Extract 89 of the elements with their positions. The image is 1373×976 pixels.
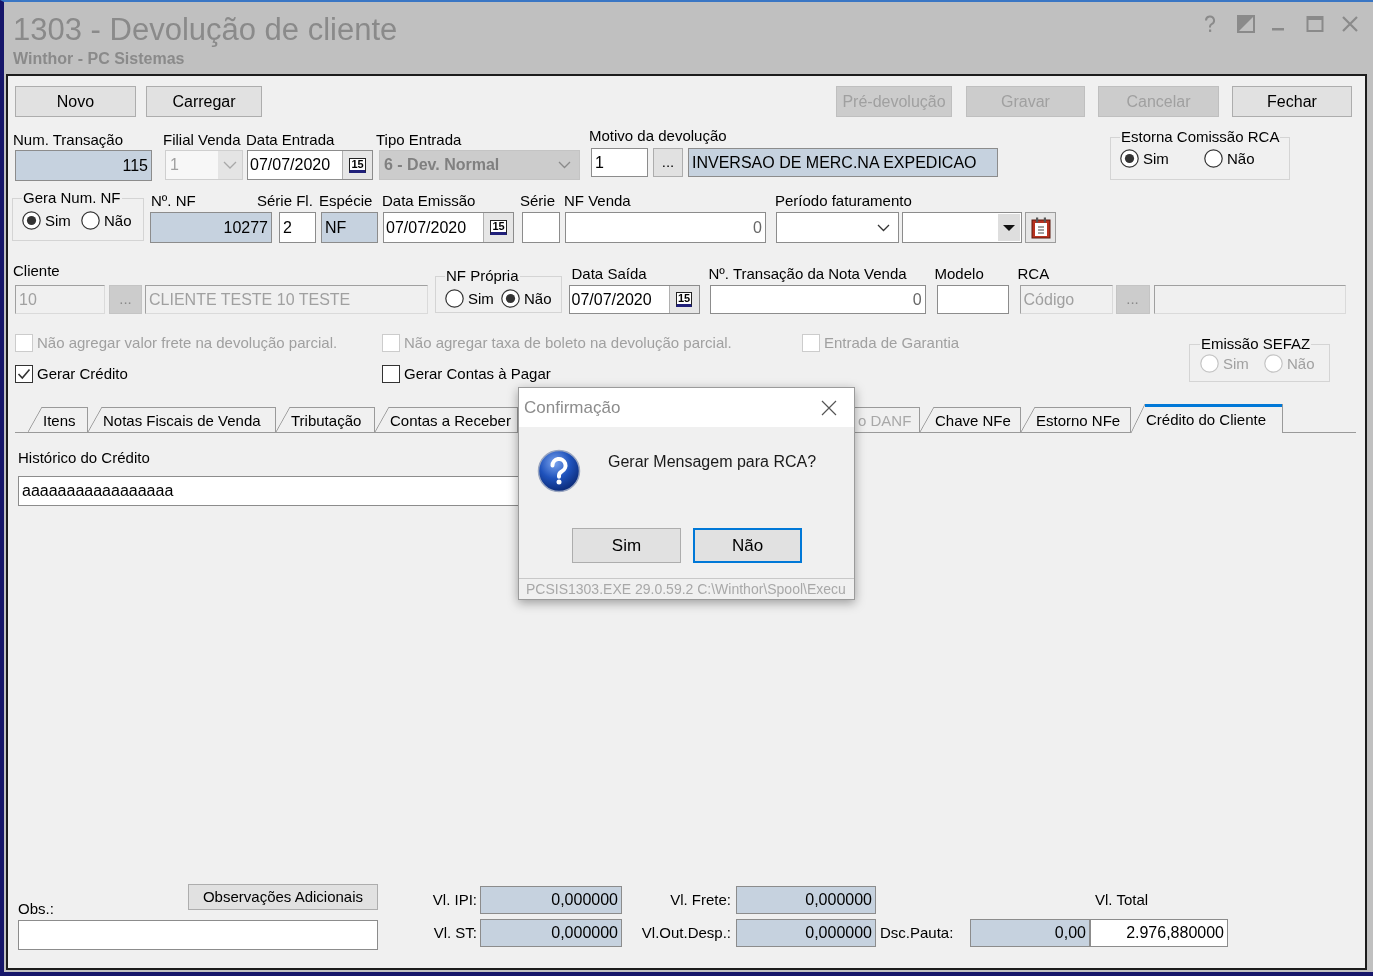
field-label: Modelo	[934, 265, 984, 282]
question-icon	[537, 449, 581, 493]
date-field[interactable]: 07/07/2020 15	[247, 150, 373, 180]
radio-option[interactable]: Sim	[445, 289, 494, 308]
field-label: Série Fl.	[257, 192, 313, 209]
group-title: Emissão SEFAZ	[1200, 335, 1312, 353]
checkbox-option[interactable]: Gerar Crédito	[15, 364, 128, 383]
field-label: Vl. Frete:	[670, 891, 731, 909]
radio-option[interactable]: Não	[1204, 149, 1255, 168]
text-field[interactable]: 1	[591, 148, 648, 177]
text-field[interactable]	[1153, 285, 1346, 314]
dialog-button[interactable]: Não	[693, 528, 802, 563]
toolbar-button[interactable]: Novo	[15, 86, 136, 117]
text-field[interactable]: 0,000000	[736, 886, 876, 914]
text-field[interactable]: 0,000000	[736, 919, 876, 947]
calendar-button[interactable]: 15	[483, 213, 513, 242]
field-label: Período faturamento	[775, 192, 912, 209]
text-field[interactable]	[18, 920, 378, 950]
group-title: Estorna Comissão RCA	[1120, 128, 1281, 146]
field-label: Dsc.Pauta:	[880, 924, 954, 941]
close-icon[interactable]	[821, 399, 837, 416]
contrast-icon[interactable]	[1237, 15, 1255, 33]
field-label: NF Venda	[564, 192, 631, 209]
lookup-button[interactable]: ...	[653, 148, 683, 177]
chevron-down-icon	[877, 223, 890, 232]
radio-option[interactable]: Não	[81, 211, 132, 230]
dropdown[interactable]	[776, 212, 899, 243]
text-field[interactable]: 10277	[150, 212, 272, 243]
text-field[interactable]: INVERSAO DE MERC.NA EXPEDICAO	[688, 148, 998, 177]
field-label: Nº. Transação da Nota Venda	[708, 265, 907, 282]
tab[interactable]: Estorno NFe	[1021, 407, 1131, 432]
toolbar-button[interactable]: Carregar	[146, 86, 262, 117]
tab[interactable]: Notas Fiscais de Venda	[88, 407, 276, 432]
field-label: Histórico do Crédito	[18, 449, 150, 467]
dialog-message: Gerar Mensagem para RCA?	[608, 453, 817, 471]
chevron-down-icon	[218, 151, 242, 179]
field-label: RCA	[1017, 265, 1050, 282]
text-field[interactable]: 0,00	[970, 919, 1090, 947]
field-label: Vl. IPI:	[432, 891, 477, 909]
checkbox-option[interactable]: Gerar Contas à Pagar	[382, 364, 551, 383]
caret-down-icon	[998, 214, 1020, 241]
radio-option[interactable]: Não	[501, 289, 552, 308]
chevron-down-icon	[558, 161, 571, 169]
tab[interactable]: Crédito do Cliente	[1131, 404, 1283, 433]
text-field[interactable]	[522, 212, 560, 243]
field-label: Vl. Total	[1095, 891, 1149, 908]
field-label: Data Saída	[571, 265, 647, 282]
group-title: Gera Num. NF	[22, 189, 122, 207]
field-label: Vl. ST:	[433, 924, 477, 942]
radio-option[interactable]: Sim	[22, 211, 71, 230]
field-label: Num. Transação	[13, 131, 124, 148]
tab[interactable]: Itens	[28, 407, 88, 432]
observations-button[interactable]: Observações Adicionais	[188, 884, 378, 910]
field-label: Obs.:	[18, 900, 54, 918]
radio-option[interactable]: Sim	[1120, 149, 1169, 168]
text-field[interactable]: 2.976,880000	[1090, 919, 1228, 947]
field-label: Espécie	[319, 192, 373, 209]
field-label: Nº. NF	[151, 192, 196, 209]
date-field[interactable]: 07/07/2020 15	[383, 212, 514, 243]
maximize-icon[interactable]	[1306, 15, 1324, 33]
dialog-title: Confirmação	[523, 396, 621, 419]
calendar-button[interactable]: 15	[342, 151, 372, 179]
calendar-icon	[1030, 216, 1051, 239]
text-field[interactable]: 0,000000	[480, 919, 622, 947]
field-label: Motivo da devolução	[589, 127, 727, 144]
field-label: Data Emissão	[382, 192, 476, 209]
tab[interactable]: Tributação	[276, 407, 375, 432]
toolbar-button[interactable]: Fechar	[1232, 86, 1352, 117]
date-field[interactable]: 07/07/2020 15	[568, 285, 700, 314]
text-field[interactable]: 0	[565, 212, 766, 243]
group-title: NF Própria	[445, 267, 520, 285]
text-field[interactable]: 0,000000	[480, 886, 622, 914]
field-label: Tipo Entrada	[376, 131, 462, 148]
text-field[interactable]: 115	[15, 150, 152, 181]
text-field[interactable]: NF	[321, 212, 378, 243]
field-label: Cliente	[13, 262, 60, 280]
text-field[interactable]: 0	[709, 285, 926, 314]
dialog-button[interactable]: Sim	[572, 528, 681, 563]
field-label: Série	[520, 192, 556, 209]
field-label: Vl.Out.Desp.:	[641, 924, 731, 942]
calendar-button[interactable]	[1025, 212, 1056, 243]
field-label: Filial Venda	[163, 131, 241, 148]
calendar-button[interactable]: 15	[668, 286, 699, 313]
text-field[interactable]	[936, 285, 1009, 314]
status-text: PCSIS1303.EXE 29.0.59.2 C:\Winthor\Spool\Execu	[526, 580, 846, 599]
tab[interactable]: Contas a Receber	[375, 407, 518, 432]
tab[interactable]: Chave NFe	[920, 407, 1021, 432]
text-field[interactable]: 2	[279, 212, 316, 243]
field-label: Data Entrada	[246, 131, 335, 148]
